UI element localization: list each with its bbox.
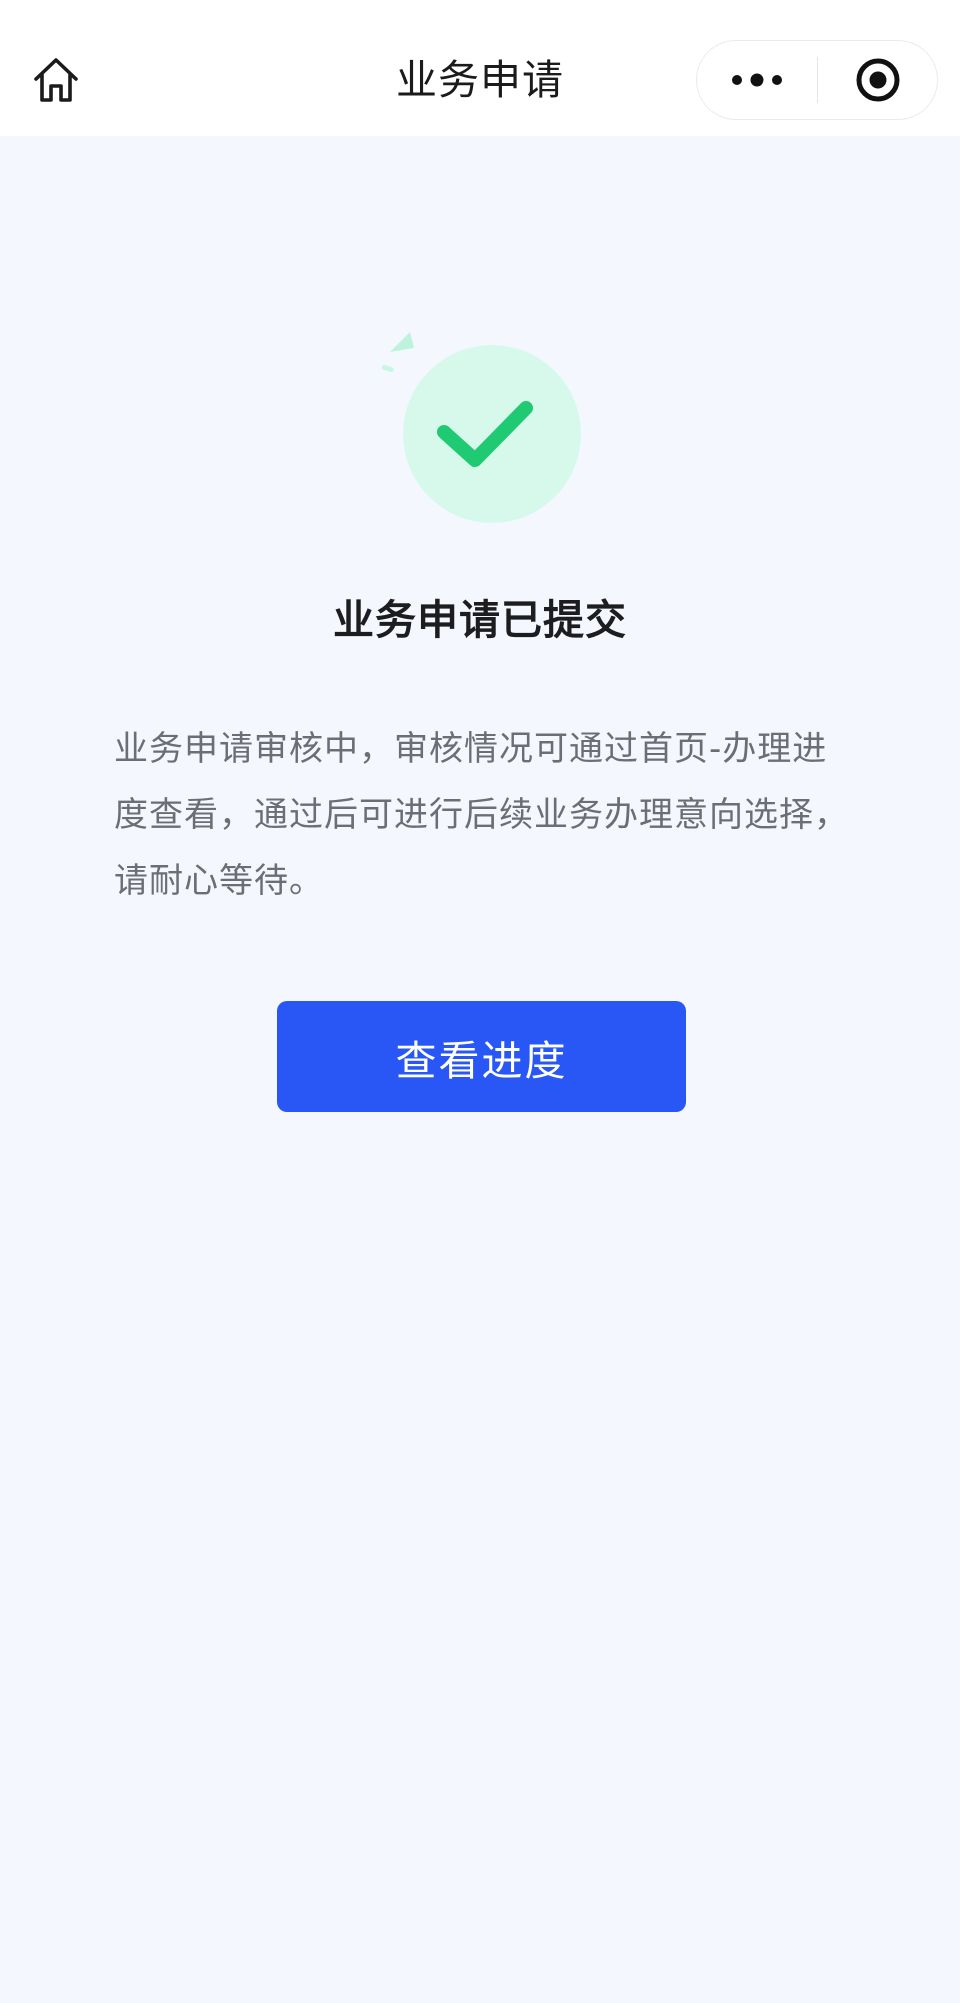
success-illustration bbox=[372, 328, 592, 528]
close-button[interactable] bbox=[818, 40, 937, 120]
page: 业务申请 业务申请已提交 业务申请审核中，审核情况可通过首页-办理进度查看，通过… bbox=[0, 0, 960, 2003]
nav-bar: 业务申请 bbox=[0, 0, 960, 136]
check-circle-icon bbox=[381, 332, 581, 523]
result-description: 业务申请审核中，审核情况可通过首页-办理进度查看，通过后可进行后续业务办理意向选… bbox=[114, 729, 849, 901]
record-circle-icon bbox=[856, 58, 899, 102]
view-progress-button[interactable]: 查看进度 bbox=[277, 1001, 686, 1112]
result-title: 业务申请已提交 bbox=[333, 596, 627, 644]
more-dots-icon bbox=[732, 73, 782, 87]
mini-program-capsule bbox=[696, 40, 938, 120]
more-button[interactable] bbox=[697, 40, 817, 120]
